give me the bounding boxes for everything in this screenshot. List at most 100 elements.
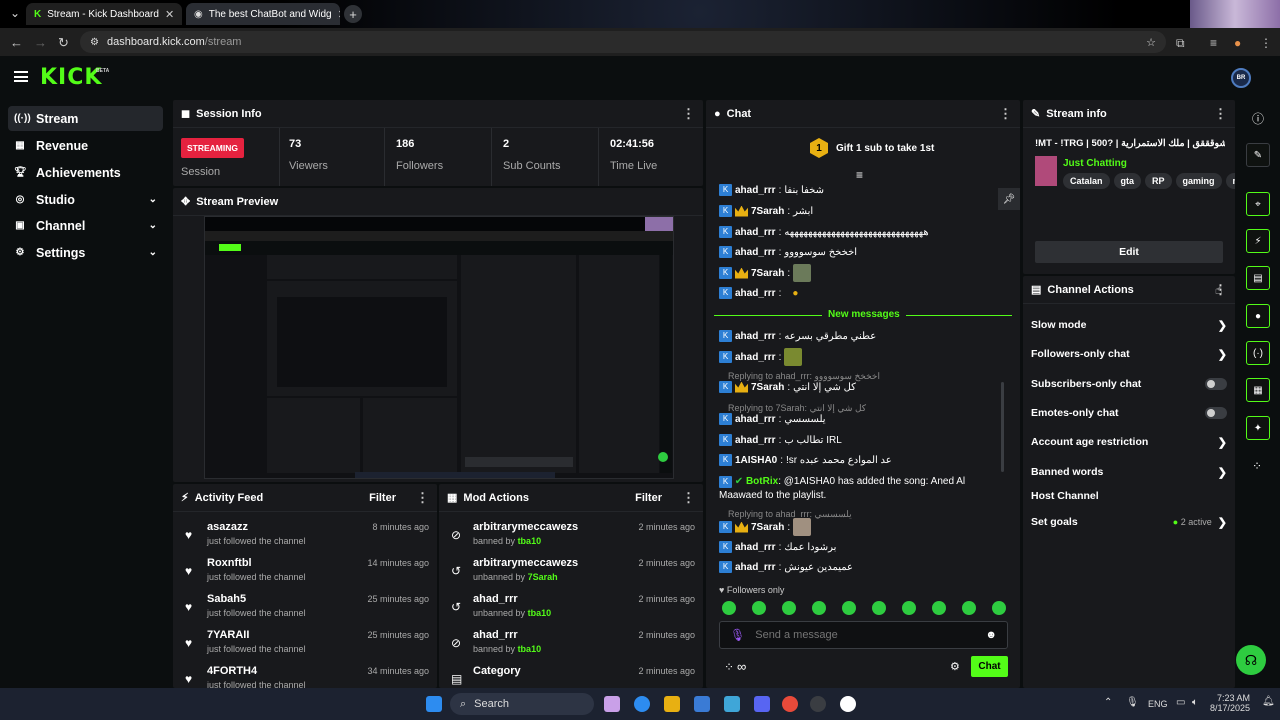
tag[interactable]: gta [1113, 173, 1142, 189]
more-options-icon[interactable]: ⋮ [1214, 106, 1227, 122]
more-options-icon[interactable]: ⋮ [682, 106, 695, 122]
gift-sub-banner[interactable]: 1 Gift 1 sub to take 1st [810, 138, 934, 158]
tab-kick-dashboard[interactable]: K Stream - Kick Dashboard ✕ [26, 3, 182, 25]
profile-icon[interactable]: ● [1234, 36, 1241, 50]
tab-chatbot[interactable]: ◉ The best ChatBot and Widg ✕ [186, 3, 340, 25]
chat-message: K ✔ BotRix: @1AISHA0 has added the song:… [719, 476, 966, 501]
sidebar-item-achievements[interactable]: 🏆︎ Achievements [8, 160, 163, 185]
chat-message: Kahad_rrr: تطالب ب IRL [719, 434, 1009, 446]
file-explorer-icon[interactable] [664, 696, 680, 712]
edit-stream-button[interactable]: Edit [1035, 241, 1223, 263]
emoji-picker-icon[interactable]: ☻ [985, 629, 997, 641]
infinity-icon[interactable]: ∞ [737, 659, 746, 674]
emote-button[interactable] [932, 601, 946, 615]
browser-menu-icon[interactable]: ⋮ [1260, 36, 1272, 50]
edit-rail-button[interactable]: ✎ [1246, 143, 1270, 167]
tab-search-icon[interactable]: ⌄ [10, 6, 20, 20]
bits-icon[interactable]: ⁘ [724, 660, 734, 674]
chrome-icon[interactable] [782, 696, 798, 712]
hamburger-menu-icon[interactable] [14, 71, 28, 82]
site-info-icon[interactable]: ⚙ [90, 37, 99, 48]
tray-chevron-icon[interactable]: ⌃ [1104, 697, 1112, 708]
network-icon[interactable]: ▭ [1176, 697, 1185, 708]
notifications-icon[interactable]: 🔔︎ [1262, 696, 1275, 707]
copilot-icon[interactable] [604, 696, 620, 712]
tag[interactable]: mt [1225, 173, 1235, 189]
tools-rail-button[interactable]: ✦ [1246, 416, 1270, 440]
emote-button[interactable] [962, 601, 976, 615]
close-icon[interactable]: ✕ [165, 8, 174, 21]
emote-button[interactable] [722, 601, 736, 615]
chat-input-box[interactable]: 🎙︎ ☻ [719, 621, 1008, 649]
info-icon[interactable]: ⓘ [1252, 110, 1264, 127]
activity-filter-button[interactable]: Filter [369, 492, 396, 504]
emote-button[interactable] [992, 601, 1006, 615]
emote-button[interactable] [812, 601, 826, 615]
layout-rail-button[interactable]: ▦ [1246, 378, 1270, 402]
sidebar-item-settings[interactable]: ⚙ Settings ⌄ [8, 240, 163, 265]
mod-rail-button[interactable]: ▤ [1246, 266, 1270, 290]
banned-words-item[interactable]: Banned words ❯ [1031, 462, 1227, 482]
chat-settings-gear-icon[interactable]: ⚙ [950, 660, 960, 673]
edge-icon[interactable] [634, 696, 650, 712]
close-icon[interactable]: ✕ [338, 8, 340, 21]
menu-list-icon[interactable]: ≡ [1210, 36, 1217, 50]
clock[interactable]: 7:23 AM 8/17/2025 [1210, 693, 1250, 713]
support-headset-button[interactable]: ☊ [1236, 645, 1266, 675]
category-link[interactable]: Just Chatting [1063, 158, 1127, 169]
user-avatar[interactable]: BR [1231, 68, 1251, 88]
collapse-icon[interactable]: ≡ [856, 168, 863, 182]
discord-icon[interactable] [754, 696, 770, 712]
account-age-item[interactable]: Account age restriction ❯ [1031, 432, 1227, 452]
tag[interactable]: gaming [1175, 173, 1222, 189]
obs-icon[interactable] [840, 696, 856, 712]
bookmark-star-icon[interactable]: ☆ [1146, 36, 1156, 49]
tag[interactable]: RP [1145, 173, 1172, 189]
more-options-icon[interactable]: ⋮ [682, 490, 695, 506]
forward-icon[interactable]: → [34, 35, 47, 50]
mod-filter-button[interactable]: Filter [635, 492, 662, 504]
emote-button[interactable] [872, 601, 886, 615]
stream-preview-video[interactable] [204, 216, 674, 479]
send-chat-button[interactable]: Chat [971, 656, 1008, 677]
kick-badge-icon: K [719, 541, 732, 553]
emote-button[interactable] [752, 601, 766, 615]
chat-rail-button[interactable]: ● [1246, 304, 1270, 328]
sidebar-item-revenue[interactable]: ▦ Revenue [8, 133, 163, 158]
more-options-icon[interactable]: ⋮ [416, 490, 429, 506]
apps-icon[interactable]: ⁘ [1252, 459, 1262, 473]
host-channel-item[interactable]: Host Channel [1031, 486, 1227, 506]
tag[interactable]: Catalan [1063, 173, 1110, 189]
taskbar-search[interactable]: ⌕ Search [450, 693, 594, 715]
new-tab-button[interactable]: + [344, 5, 362, 23]
sidebar-item-stream[interactable]: ((·)) Stream [8, 106, 163, 131]
url-field[interactable]: ⚙ dashboard.kick.com/stream ☆ [80, 31, 1166, 53]
kick-logo[interactable]: KICK [40, 65, 102, 90]
sidebar-item-channel[interactable]: ▣ Channel ⌄ [8, 213, 163, 238]
back-icon[interactable]: ← [10, 35, 23, 50]
store-icon[interactable] [694, 696, 710, 712]
app-icon[interactable] [810, 696, 826, 712]
subscribers-only-toggle[interactable] [1205, 378, 1227, 390]
emote-button[interactable] [782, 601, 796, 615]
emotes-only-toggle[interactable] [1205, 407, 1227, 419]
broadcast-rail-button[interactable]: (·) [1246, 341, 1270, 365]
chat-message-input[interactable] [755, 629, 976, 641]
more-options-icon[interactable]: ⋮ [999, 106, 1012, 122]
microphone-icon[interactable]: 🎙︎ [730, 628, 745, 642]
sidebar-item-studio[interactable]: ◎ Studio ⌄ [8, 187, 163, 212]
activity-rail-button[interactable]: ⚡︎ [1246, 229, 1270, 253]
set-goals-item[interactable]: Set goals ● 2 active ❯ [1031, 512, 1227, 532]
session-rail-button[interactable]: ⌖ [1246, 192, 1270, 216]
followers-only-item[interactable]: Followers-only chat ❯ [1031, 344, 1227, 364]
emote-button[interactable] [902, 601, 916, 615]
volume-icon[interactable]: 🔈︎ [1192, 697, 1198, 708]
microphone-icon[interactable]: 🎙︎ [1126, 697, 1139, 708]
reload-icon[interactable]: ↻ [58, 35, 69, 51]
slow-mode-item[interactable]: Slow mode ❯ [1031, 315, 1227, 335]
list-item: ♥ Roxnftbl just followed the channel 14 … [185, 557, 429, 582]
extensions-icon[interactable]: ⧉ [1176, 36, 1185, 51]
emote-button[interactable] [842, 601, 856, 615]
app-l-icon[interactable] [724, 696, 740, 712]
start-button-icon[interactable] [426, 696, 442, 712]
